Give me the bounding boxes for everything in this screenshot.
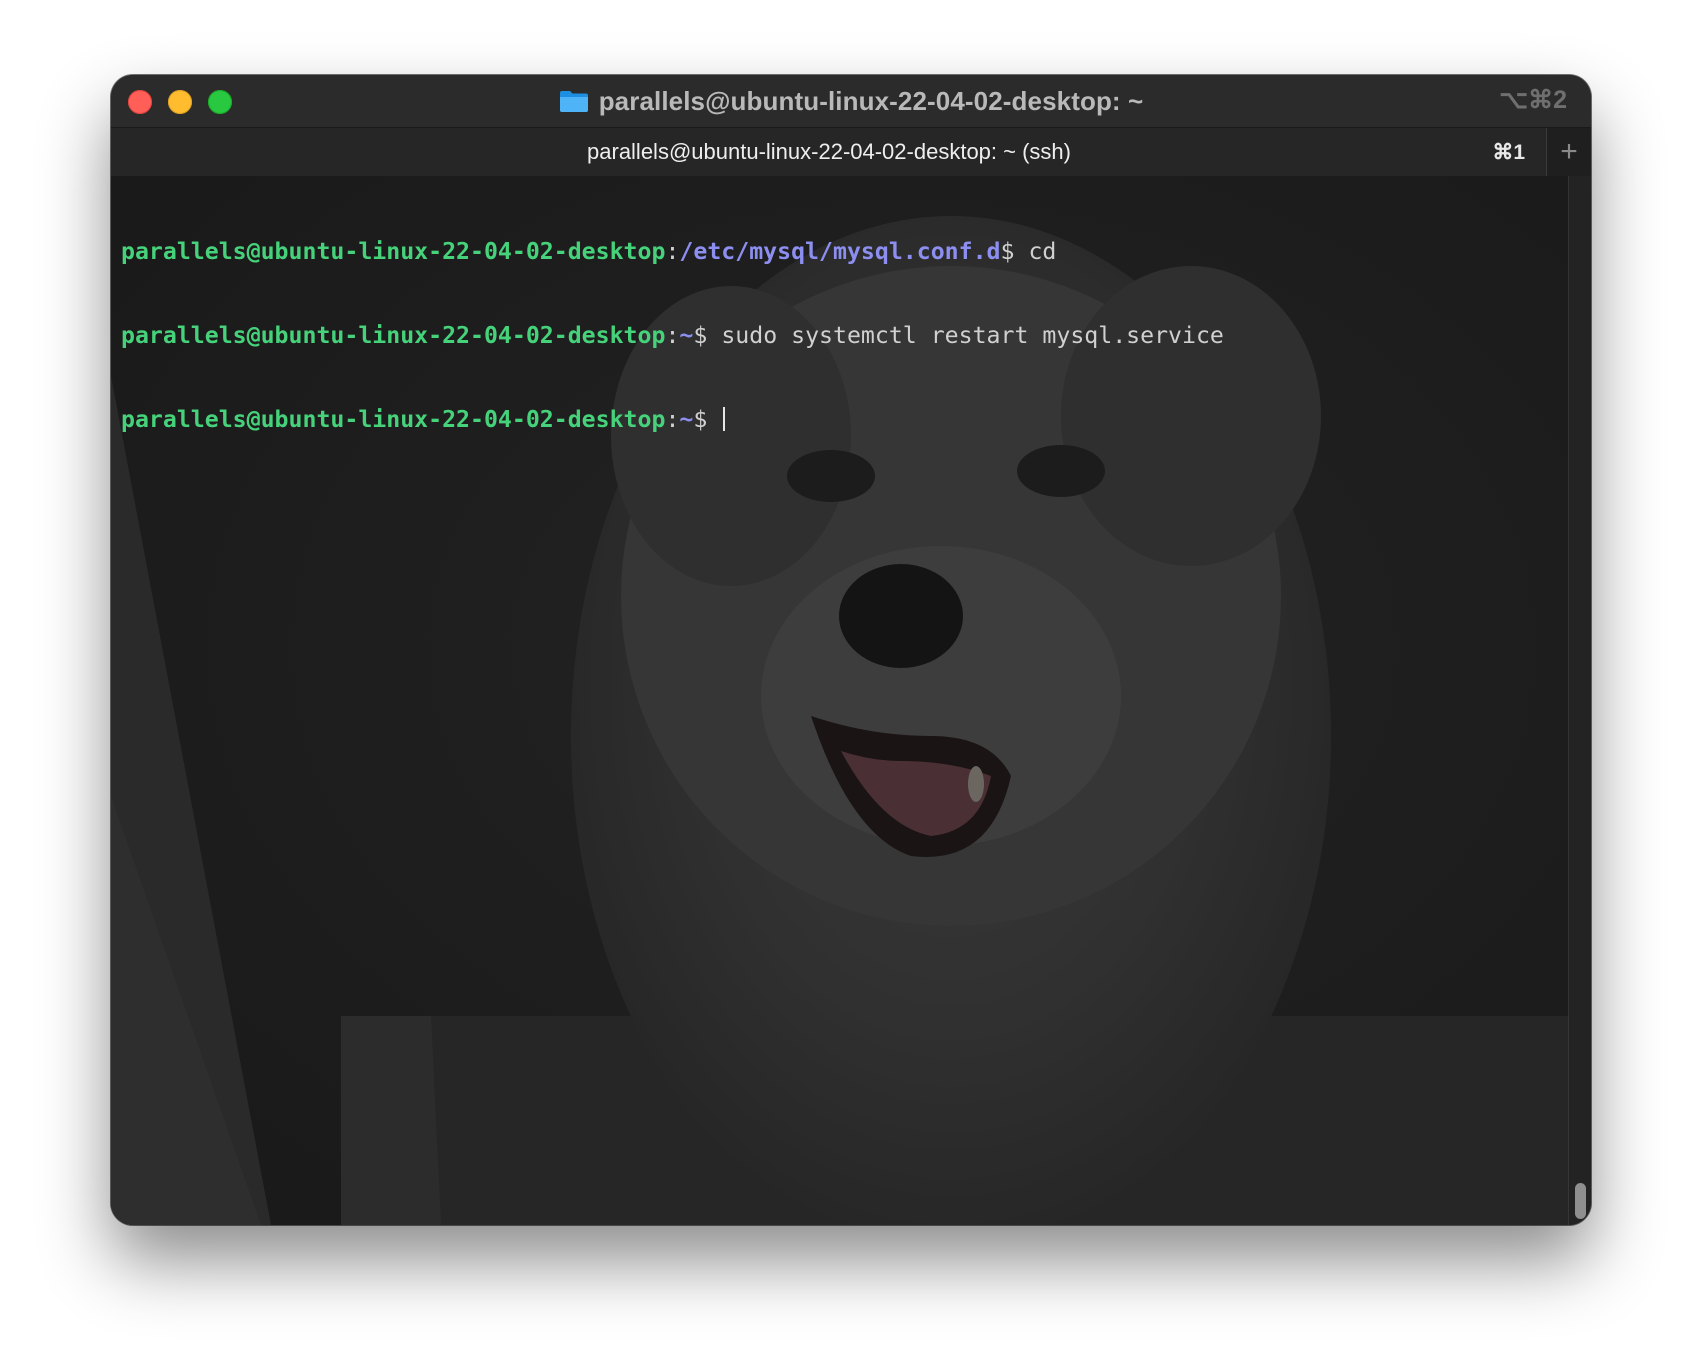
tab-label: parallels@ubuntu-linux-22-04-02-desktop:… — [587, 139, 1071, 164]
terminal-window: parallels@ubuntu-linux-22-04-02-desktop:… — [111, 75, 1591, 1225]
window-shortcut: ⌥⌘2 — [1499, 86, 1567, 114]
tab-bar: parallels@ubuntu-linux-22-04-02-desktop:… — [111, 127, 1591, 177]
terminal-line: parallels@ubuntu-linux-22-04-02-desktop:… — [121, 238, 1057, 265]
scrollbar-thumb[interactable] — [1575, 1183, 1586, 1219]
tab-ssh[interactable]: parallels@ubuntu-linux-22-04-02-desktop:… — [111, 128, 1547, 176]
terminal-line: parallels@ubuntu-linux-22-04-02-desktop:… — [121, 322, 1224, 349]
text-cursor — [723, 407, 726, 431]
terminal-prompt-line[interactable]: parallels@ubuntu-linux-22-04-02-desktop:… — [121, 406, 1224, 434]
scrollbar[interactable] — [1568, 176, 1591, 1225]
window-title: parallels@ubuntu-linux-22-04-02-desktop:… — [598, 85, 1144, 116]
folder-icon — [559, 89, 589, 113]
new-tab-button[interactable]: + — [1546, 128, 1591, 176]
tab-shortcut: ⌘1 — [1492, 141, 1525, 164]
plus-icon: + — [1560, 135, 1578, 168]
terminal-output: parallels@ubuntu-linux-22-04-02-desktop:… — [121, 182, 1224, 490]
title-bar[interactable]: parallels@ubuntu-linux-22-04-02-desktop:… — [111, 75, 1591, 127]
terminal-content[interactable]: parallels@ubuntu-linux-22-04-02-desktop:… — [111, 176, 1591, 1225]
